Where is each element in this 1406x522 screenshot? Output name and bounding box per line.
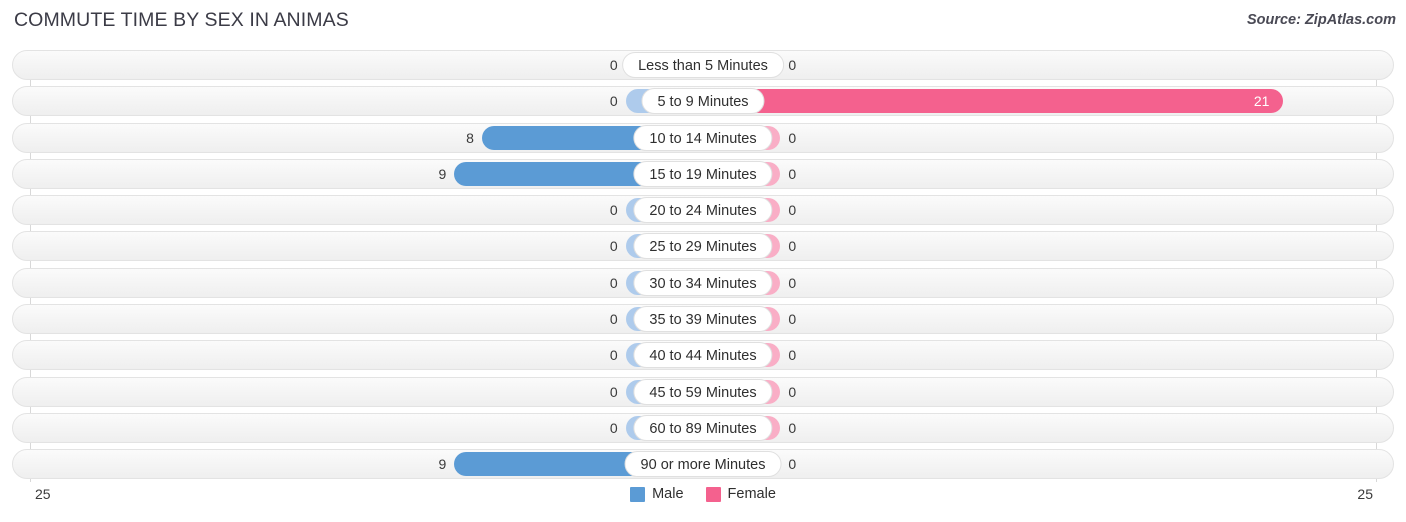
chart-plot-area: 0 0 Less than 5 Minutes 0 21 5 to 9 Minutes 8 0… bbox=[0, 42, 1406, 482]
category-label: Less than 5 Minutes bbox=[622, 52, 784, 78]
table-row: 9 0 15 to 19 Minutes bbox=[0, 158, 1406, 189]
female-value-label: 0 bbox=[788, 456, 797, 473]
male-value-label: 0 bbox=[609, 347, 618, 364]
chart-legend: Male Female bbox=[0, 486, 1406, 502]
legend-label: Male bbox=[652, 486, 684, 502]
legend-item[interactable]: Female bbox=[705, 486, 776, 502]
female-half: 0 bbox=[703, 161, 1394, 186]
bar-rows-container: 0 0 Less than 5 Minutes 0 21 5 to 9 Minutes 8 0… bbox=[0, 50, 1406, 486]
male-half: 9 bbox=[12, 161, 703, 186]
female-value-label: 0 bbox=[788, 238, 797, 255]
female-value-label: 0 bbox=[788, 165, 797, 182]
category-label: 30 to 34 Minutes bbox=[633, 269, 773, 296]
category-label: 15 to 19 Minutes bbox=[633, 160, 773, 187]
female-half: 0 bbox=[703, 270, 1394, 295]
male-value-label: 0 bbox=[609, 383, 618, 400]
category-label: 20 to 24 Minutes bbox=[633, 197, 773, 224]
male-value-label: 9 bbox=[438, 456, 447, 473]
male-half: 8 bbox=[12, 125, 703, 150]
table-row: 0 0 20 to 24 Minutes bbox=[0, 195, 1406, 226]
category-label: 10 to 14 Minutes bbox=[633, 124, 773, 151]
male-half: 0 bbox=[12, 415, 703, 440]
female-swatch bbox=[705, 486, 721, 502]
table-row: 0 0 60 to 89 Minutes bbox=[0, 412, 1406, 443]
table-row: 0 0 30 to 34 Minutes bbox=[0, 267, 1406, 298]
male-half: 0 bbox=[12, 379, 703, 404]
female-half: 0 bbox=[703, 307, 1394, 332]
female-value-label: 0 bbox=[788, 202, 797, 219]
female-half: 0 bbox=[703, 53, 1394, 77]
category-label: 90 or more Minutes bbox=[624, 451, 782, 478]
male-value-label: 9 bbox=[438, 165, 447, 182]
category-label: 60 to 89 Minutes bbox=[633, 414, 773, 441]
legend-label: Female bbox=[727, 486, 776, 502]
legend-item[interactable]: Male bbox=[630, 486, 684, 502]
male-value-label: 0 bbox=[609, 311, 618, 328]
table-row: 0 0 40 to 44 Minutes bbox=[0, 340, 1406, 371]
table-row: 0 0 25 to 29 Minutes bbox=[0, 231, 1406, 262]
female-value-label: 21 bbox=[1253, 93, 1270, 110]
category-label: 40 to 44 Minutes bbox=[633, 342, 773, 369]
male-half: 0 bbox=[12, 234, 703, 259]
source-attribution: Source: ZipAtlas.com bbox=[1246, 12, 1396, 28]
female-half: 0 bbox=[703, 125, 1394, 150]
female-value-label: 0 bbox=[788, 419, 797, 436]
female-half: 21 bbox=[703, 89, 1394, 114]
male-half: 0 bbox=[12, 343, 703, 368]
male-swatch bbox=[630, 486, 646, 502]
female-value-label: 0 bbox=[788, 347, 797, 364]
table-row: 8 0 10 to 14 Minutes bbox=[0, 122, 1406, 153]
female-value-label: 0 bbox=[788, 274, 797, 291]
male-half: 0 bbox=[12, 53, 703, 77]
category-label: 25 to 29 Minutes bbox=[633, 233, 773, 260]
table-row: 0 0 35 to 39 Minutes bbox=[0, 304, 1406, 335]
male-value-label: 0 bbox=[609, 93, 618, 110]
male-half: 0 bbox=[12, 307, 703, 332]
female-half: 0 bbox=[703, 415, 1394, 440]
male-value-label: 0 bbox=[609, 238, 618, 255]
female-value-label: 0 bbox=[788, 383, 797, 400]
chart-footer: 25 25 Male Female bbox=[0, 482, 1406, 522]
table-row: 0 0 Less than 5 Minutes bbox=[0, 50, 1406, 80]
female-half: 0 bbox=[703, 234, 1394, 259]
female-half: 0 bbox=[703, 343, 1394, 368]
male-value-label: 0 bbox=[609, 202, 618, 219]
male-value-label: 8 bbox=[466, 129, 474, 146]
male-half: 0 bbox=[12, 89, 703, 114]
female-value-label: 0 bbox=[788, 311, 797, 328]
male-half: 9 bbox=[12, 452, 703, 477]
table-row: 9 0 90 or more Minutes bbox=[0, 449, 1406, 480]
male-half: 0 bbox=[12, 270, 703, 295]
category-label: 5 to 9 Minutes bbox=[641, 88, 765, 115]
male-half: 0 bbox=[12, 198, 703, 223]
category-label: 45 to 59 Minutes bbox=[633, 378, 773, 405]
male-value-label: 0 bbox=[609, 419, 618, 436]
female-half: 0 bbox=[703, 379, 1394, 404]
male-value-label: 0 bbox=[609, 274, 618, 291]
page-title: COMMUTE TIME BY SEX IN ANIMAS bbox=[14, 9, 349, 31]
table-row: 0 0 45 to 59 Minutes bbox=[0, 376, 1406, 407]
category-label: 35 to 39 Minutes bbox=[633, 306, 773, 333]
female-value-label: 0 bbox=[788, 129, 797, 146]
female-half: 0 bbox=[703, 198, 1394, 223]
chart-header: COMMUTE TIME BY SEX IN ANIMAS Source: Zi… bbox=[0, 0, 1406, 42]
female-half: 0 bbox=[703, 452, 1394, 477]
table-row: 0 21 5 to 9 Minutes bbox=[0, 86, 1406, 117]
